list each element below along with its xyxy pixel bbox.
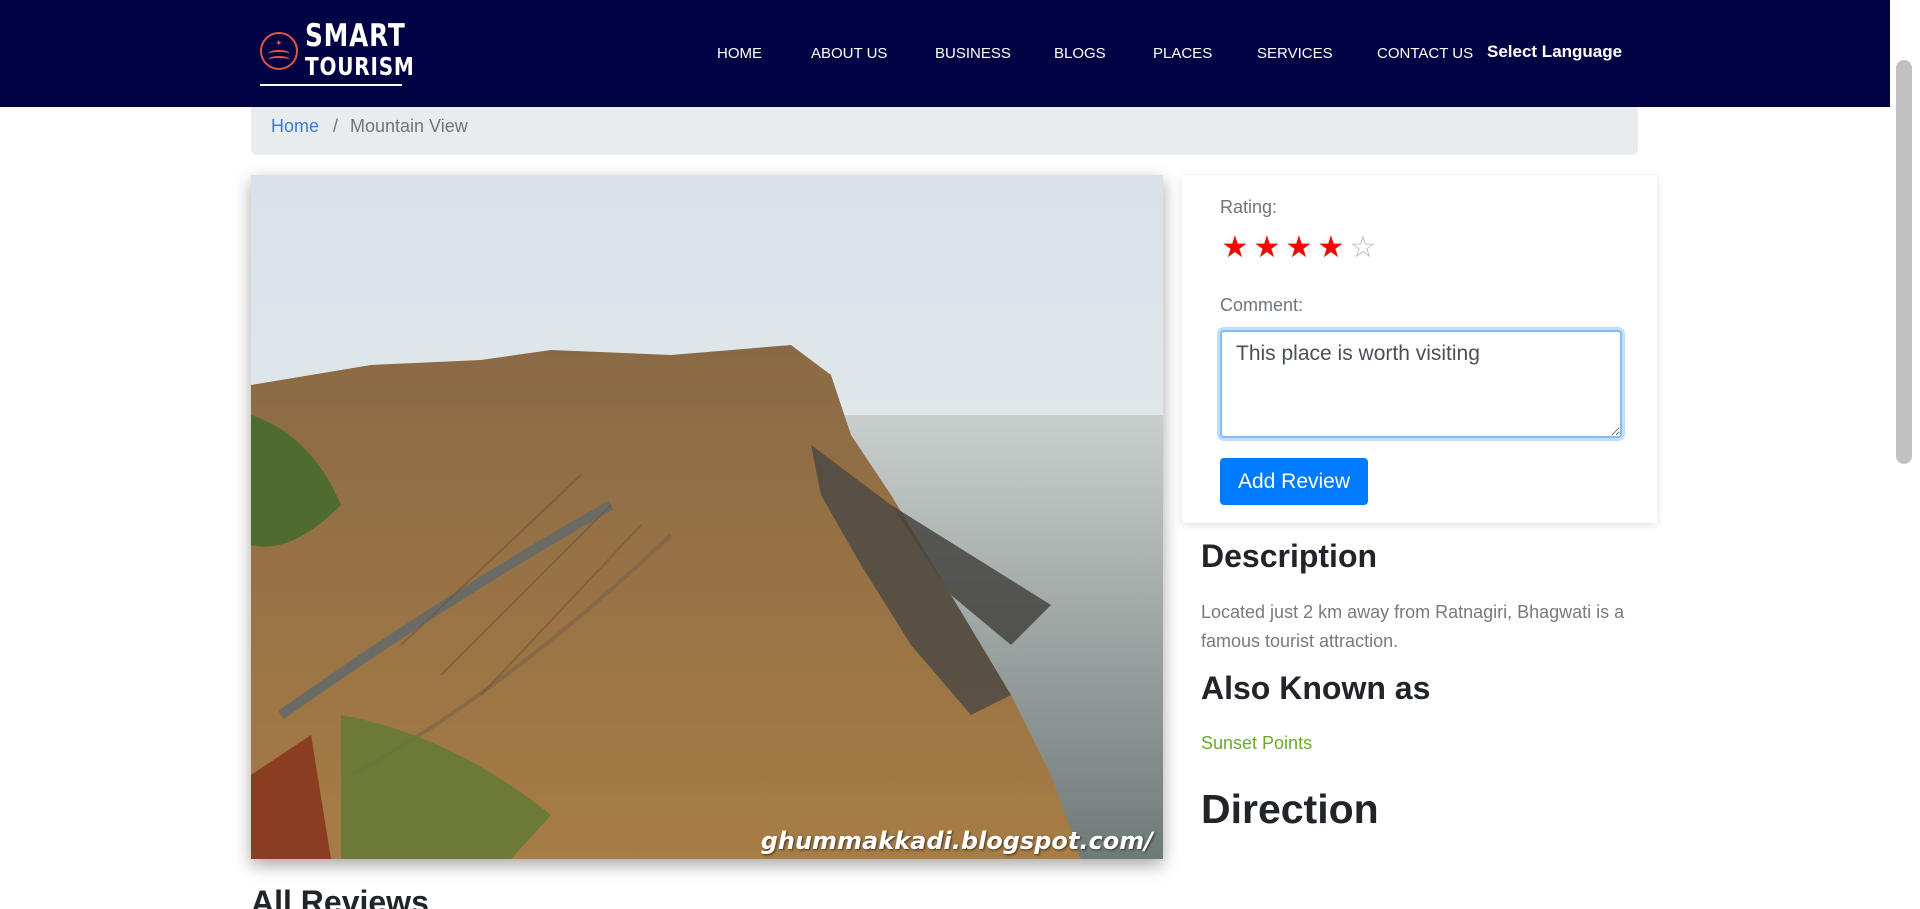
nav-places[interactable]: PLACES [1153, 45, 1212, 62]
nav-contact-us[interactable]: CONTACT US [1377, 45, 1473, 62]
add-review-button[interactable]: Add Review [1220, 458, 1368, 505]
page-scrollbar[interactable] [1890, 0, 1920, 909]
logo-emblem-icon: ✦ [260, 32, 298, 70]
breadcrumb-current: Mountain View [350, 116, 468, 136]
scrollbar-thumb[interactable] [1896, 60, 1912, 464]
star-rating[interactable]: ★ ★ ★ ★ ☆ [1220, 231, 1378, 265]
star-4-icon[interactable]: ★ [1316, 231, 1346, 265]
star-2-icon[interactable]: ★ [1252, 231, 1282, 265]
nav-blogs[interactable]: BLOGS [1054, 45, 1106, 62]
also-known-as-value: Sunset Points [1201, 733, 1313, 753]
all-reviews-heading: All Reviews [251, 884, 429, 909]
photo-watermark: ghummakkadi.blogspot.com/ [760, 827, 1153, 855]
description-heading: Description [1201, 538, 1378, 574]
star-5-icon[interactable]: ☆ [1348, 231, 1378, 265]
rating-label: Rating: [1220, 197, 1278, 217]
smart-tourism-logo[interactable]: ✦ SMART TOURISM [258, 18, 414, 88]
star-1-icon[interactable]: ★ [1220, 231, 1250, 265]
logo-text-line2: TOURISM [305, 52, 415, 81]
direction-heading: Direction [1201, 786, 1379, 832]
select-language-dropdown[interactable]: Select Language [1487, 42, 1622, 62]
logo-underline [260, 84, 402, 86]
nav-about-us[interactable]: ABOUT US [811, 45, 887, 62]
nav-services[interactable]: SERVICES [1257, 45, 1333, 62]
breadcrumb-home-link[interactable]: Home [271, 116, 319, 137]
nav-business[interactable]: BUSINESS [935, 45, 1011, 62]
comment-label: Comment: [1220, 295, 1304, 315]
review-form-card: Rating: ★ ★ ★ ★ ☆ Comment: Add Review [1182, 175, 1657, 523]
breadcrumb-separator: / [333, 116, 339, 136]
star-3-icon[interactable]: ★ [1284, 231, 1314, 265]
description-text: Located just 2 km away from Ratnagiri, B… [1201, 602, 1625, 651]
nav-home[interactable]: HOME [717, 45, 762, 62]
comment-textarea[interactable] [1220, 330, 1622, 438]
coastal-cliff-illustration [251, 175, 1163, 859]
also-known-as-heading: Also Known as [1201, 670, 1431, 706]
place-photo: ghummakkadi.blogspot.com/ [251, 175, 1163, 859]
breadcrumb: Home / Mountain View [251, 107, 1638, 155]
logo-text-line1: SMART [305, 18, 406, 54]
top-navbar: ✦ SMART TOURISM HOME ABOUT US BUSINESS B… [0, 0, 1890, 107]
